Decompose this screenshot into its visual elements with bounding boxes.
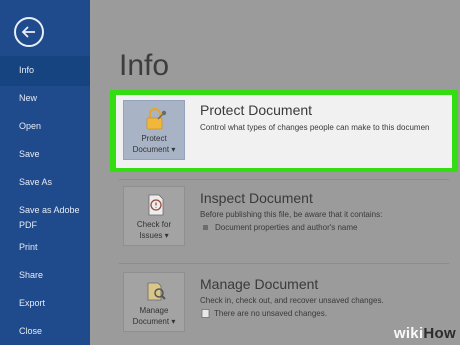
manage-document-label: Manage Document ▾ bbox=[124, 306, 184, 327]
back-button[interactable] bbox=[14, 17, 44, 47]
inspect-bullet: Document properties and author's name bbox=[203, 223, 358, 232]
protect-document-label: Protect Document ▾ bbox=[124, 134, 184, 155]
nav-save-as-adobe-line2: PDF bbox=[19, 220, 37, 230]
backstage-sidebar: Info New Open Save Save As Save as Adobe… bbox=[0, 0, 90, 345]
manage-bullet-text: There are no unsaved changes. bbox=[214, 309, 327, 318]
protect-description: Control what types of changes people can… bbox=[200, 123, 430, 132]
nav-info[interactable]: Info bbox=[0, 56, 90, 86]
nav-open[interactable]: Open bbox=[0, 121, 90, 132]
page-title: Info bbox=[119, 49, 170, 82]
protect-tile-line1: Protect bbox=[141, 134, 167, 143]
nav-print[interactable]: Print bbox=[0, 242, 90, 253]
nav-save-as[interactable]: Save As bbox=[0, 177, 90, 188]
wikihow-watermark: wikiHow bbox=[393, 325, 456, 342]
nav-close[interactable]: Close bbox=[0, 326, 90, 337]
arrow-left-icon bbox=[21, 26, 35, 38]
nav-save-as-adobe-pdf[interactable]: Save as Adobe PDF bbox=[0, 205, 90, 231]
nav-save[interactable]: Save bbox=[0, 149, 90, 160]
inspect-tile-line2: Issues ▾ bbox=[139, 231, 169, 240]
nav-share[interactable]: Share bbox=[0, 270, 90, 281]
manage-document-icon bbox=[147, 282, 166, 301]
manage-heading: Manage Document bbox=[200, 276, 319, 292]
nav-save-as-adobe-line1: Save as Adobe bbox=[19, 205, 80, 215]
manage-document-button[interactable]: Manage Document ▾ bbox=[123, 272, 185, 332]
section-divider bbox=[119, 179, 449, 180]
protect-document-button[interactable]: Protect Document ▾ bbox=[123, 100, 185, 160]
inspect-tile-line1: Check for bbox=[136, 220, 172, 229]
bullet-icon bbox=[203, 225, 208, 231]
protect-tile-line2: Document ▾ bbox=[132, 145, 176, 154]
check-for-issues-label: Check for Issues ▾ bbox=[124, 220, 184, 241]
inspect-heading: Inspect Document bbox=[200, 190, 313, 206]
document-icon bbox=[201, 309, 210, 319]
manage-tile-line1: Manage bbox=[139, 306, 169, 315]
lock-key-icon bbox=[146, 107, 167, 130]
manage-bullet: There are no unsaved changes. bbox=[201, 309, 327, 319]
protect-heading: Protect Document bbox=[200, 102, 313, 118]
inspect-bullet-text: Document properties and author's name bbox=[215, 223, 358, 232]
check-for-issues-button[interactable]: Check for Issues ▾ bbox=[123, 186, 185, 246]
nav-export[interactable]: Export bbox=[0, 298, 90, 309]
manage-tile-line2: Document ▾ bbox=[132, 317, 176, 326]
manage-description: Check in, check out, and recover unsaved… bbox=[200, 296, 384, 305]
inspect-description: Before publishing this file, be aware th… bbox=[200, 210, 383, 219]
inspect-document-icon bbox=[148, 194, 164, 216]
section-divider bbox=[119, 263, 449, 264]
nav-new[interactable]: New bbox=[0, 93, 90, 104]
